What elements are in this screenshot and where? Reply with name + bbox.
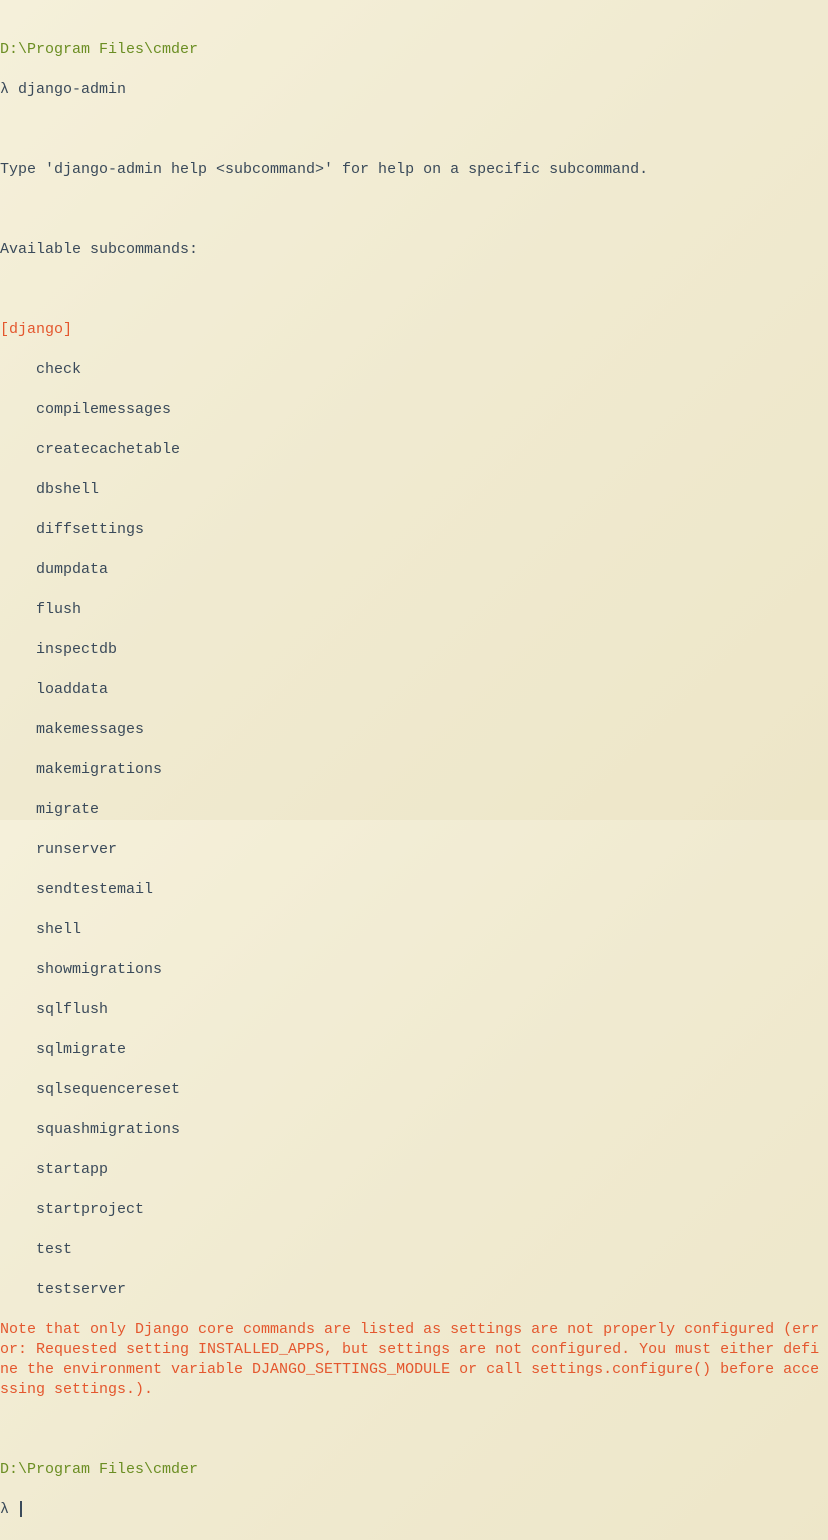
subcommand-item: showmigrations	[0, 960, 828, 980]
subcommand-item: createcachetable	[0, 440, 828, 460]
subcommand-item: migrate	[0, 800, 828, 820]
subcommand-item: test	[0, 1240, 828, 1260]
subcommand-item: shell	[0, 920, 828, 940]
command-input: django-admin	[18, 81, 126, 98]
prompt-path: D:\Program Files\cmder	[0, 1461, 198, 1478]
prompt-symbol: λ	[0, 1501, 9, 1518]
help-text: Type 'django-admin help <subcommand>' fo…	[0, 160, 828, 180]
subcommand-item: runserver	[0, 840, 828, 860]
subcommand-item: flush	[0, 600, 828, 620]
subcommand-item: loaddata	[0, 680, 828, 700]
available-label: Available subcommands:	[0, 240, 828, 260]
subcommand-item: compilemessages	[0, 400, 828, 420]
subcommand-item: makemessages	[0, 720, 828, 740]
error-note: Note that only Django core commands are …	[0, 1320, 828, 1400]
cursor	[20, 1501, 22, 1517]
subcommand-item: diffsettings	[0, 520, 828, 540]
section-header: [django]	[0, 320, 828, 340]
subcommand-item: startapp	[0, 1160, 828, 1180]
subcommand-item: sqlmigrate	[0, 1040, 828, 1060]
subcommand-item: startproject	[0, 1200, 828, 1220]
subcommand-item: check	[0, 360, 828, 380]
subcommand-item: dbshell	[0, 480, 828, 500]
prompt-path: D:\Program Files\cmder	[0, 41, 198, 58]
subcommand-item: sendtestemail	[0, 880, 828, 900]
subcommand-item: dumpdata	[0, 560, 828, 580]
subcommand-item: inspectdb	[0, 640, 828, 660]
terminal-output[interactable]: D:\Program Files\cmder λ django-admin Ty…	[0, 20, 828, 1540]
subcommand-item: testserver	[0, 1280, 828, 1300]
subcommand-item: sqlflush	[0, 1000, 828, 1020]
subcommand-item: sqlsequencereset	[0, 1080, 828, 1100]
subcommand-item: makemigrations	[0, 760, 828, 780]
prompt-symbol: λ	[0, 81, 9, 98]
subcommand-item: squashmigrations	[0, 1120, 828, 1140]
